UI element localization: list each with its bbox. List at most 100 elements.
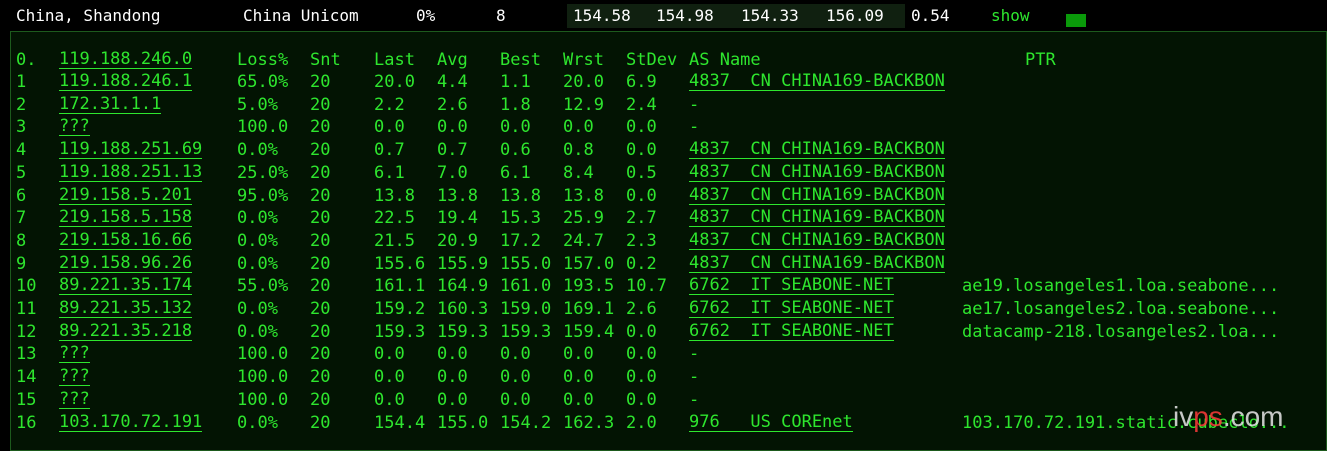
cell-as[interactable]: 976 US COREnet [689,413,853,432]
cell-loss: 25.0% [237,162,289,183]
cell-last: 0.0 [374,367,405,388]
cell-host[interactable]: ??? [59,390,90,409]
cell-idx: 6 [16,185,27,206]
cell-loss: 0.0% [237,321,278,342]
cell-host[interactable]: 89.221.35.174 [59,276,193,296]
cell-idx: 4 [16,140,27,161]
cell-snt: 20 [310,321,331,342]
cell-last: 0.7 [374,140,405,161]
cell-as[interactable]: 4837 CN CHINA169-BACKBON [689,254,945,273]
cell-as[interactable]: 4837 CN CHINA169-BACKBON [689,186,945,205]
cell-best: 161.0 [500,276,552,297]
cell-host[interactable]: 219.158.96.26 [59,254,193,273]
cell-avg: 155.9 [437,253,489,274]
cell-avg: 164.9 [437,276,489,297]
cell-avg: 20.9 [437,230,478,251]
cell-as[interactable]: 4837 CN CHINA169-BACKBON [689,163,945,182]
cell-as[interactable]: 4837 CN CHINA169-BACKBON [689,140,945,160]
cell-host[interactable]: ??? [59,117,90,137]
cell-ptr: datacamp-218.losangeles2.loa... [962,321,1280,342]
cell-loss: 0.0% [237,230,278,251]
cell-host[interactable]: 172.31.1.1 [59,95,162,114]
cell-idx: 3 [16,117,27,138]
header-ptr: PTR [1025,50,1056,70]
cell-avg: 7.0 [437,162,468,183]
cell-stdev: 6.9 [626,72,657,92]
cell-as[interactable]: 4837 CN CHINA169-BACKBON [689,208,945,228]
cell-host[interactable]: 89.221.35.218 [59,322,193,341]
cell-host[interactable]: 119.188.246.1 [59,72,193,91]
cell-last: 22.5 [374,208,415,229]
cell-as[interactable]: 6762 IT SEABONE-NET [689,276,894,296]
cell-host[interactable]: 103.170.72.191 [59,413,203,432]
isp-label: China Unicom [243,6,359,25]
cell-as: - [689,344,700,365]
cell-last: 155.6 [374,253,426,274]
cell-stdev: 2.3 [626,230,657,251]
summary-bar: China, Shandong China Unicom 0% 8 154.58… [0,0,1327,31]
cell-last: 159.2 [374,299,426,319]
cell-idx: 11 [16,299,37,319]
cell-best: 159.3 [500,321,552,342]
cell-as[interactable]: 6762 IT SEABONE-NET [689,322,894,341]
cell-best: 6.1 [500,162,531,183]
cell-as[interactable]: 4837 CN CHINA169-BACKBON [689,231,945,250]
cell-loss: 100.0 [237,389,289,410]
cell-as: - [689,389,700,410]
cell-wrst: 8.4 [563,162,594,183]
cell-idx: 9 [16,253,27,274]
worst-value: 156.09 [826,6,884,25]
last-value: 154.58 [573,6,631,25]
cell-loss: 100.0 [237,344,289,365]
cell-last: 13.8 [374,185,415,206]
cell-avg: 19.4 [437,208,478,229]
cell-avg: 0.7 [437,140,468,161]
header-host[interactable]: 119.188.246.0 [59,50,193,69]
cell-loss: 0.0% [237,253,278,274]
avg-value: 154.98 [656,6,714,25]
cell-loss: 100.0 [237,367,289,388]
cell-host[interactable]: 89.221.35.132 [59,299,193,318]
cell-host[interactable]: 119.188.251.69 [59,140,203,160]
cell-idx: 15 [16,389,37,410]
cell-host[interactable]: 219.158.5.158 [59,208,193,228]
cell-best: 155.0 [500,253,552,274]
cell-best: 15.3 [500,208,541,229]
cell-host[interactable]: 219.158.16.66 [59,231,193,250]
cell-snt: 20 [310,344,331,365]
cell-host[interactable]: 219.158.5.201 [59,186,193,205]
cell-wrst: 24.7 [563,230,604,251]
loss-value: 0% [416,6,436,25]
cell-idx: 12 [16,321,37,342]
cell-loss: 0.0% [237,208,278,229]
cell-stdev: 10.7 [626,276,667,297]
cell-host[interactable]: ??? [59,344,90,364]
cell-last: 159.3 [374,321,426,342]
cell-stdev: 0.0 [626,117,657,138]
cell-snt: 20 [310,185,331,206]
cell-loss: 95.0% [237,185,289,206]
cell-loss: 65.0% [237,72,289,92]
cell-stdev: 2.7 [626,208,657,229]
cell-avg: 155.0 [437,412,489,433]
show-link[interactable]: show [991,7,1030,25]
cell-snt: 20 [310,72,331,92]
cell-stdev: 0.0 [626,344,657,365]
cell-host[interactable]: 119.188.251.13 [59,163,203,182]
cell-as[interactable]: 4837 CN CHINA169-BACKBON [689,72,945,91]
cell-avg: 0.0 [437,344,468,365]
cell-wrst: 159.4 [563,321,615,342]
cell-loss: 0.0% [237,412,278,433]
cell-best: 154.2 [500,412,552,433]
cell-host[interactable]: ??? [59,367,90,387]
cell-last: 2.2 [374,94,405,115]
cell-last: 20.0 [374,72,415,92]
cell-as: - [689,117,700,138]
cell-stdev: 0.0 [626,140,657,161]
cell-best: 0.0 [500,367,531,388]
cell-idx: 10 [16,276,37,297]
cell-stdev: 0.0 [626,321,657,342]
cell-as[interactable]: 6762 IT SEABONE-NET [689,299,894,318]
cell-stdev: 0.0 [626,185,657,206]
cell-best: 0.6 [500,140,531,161]
